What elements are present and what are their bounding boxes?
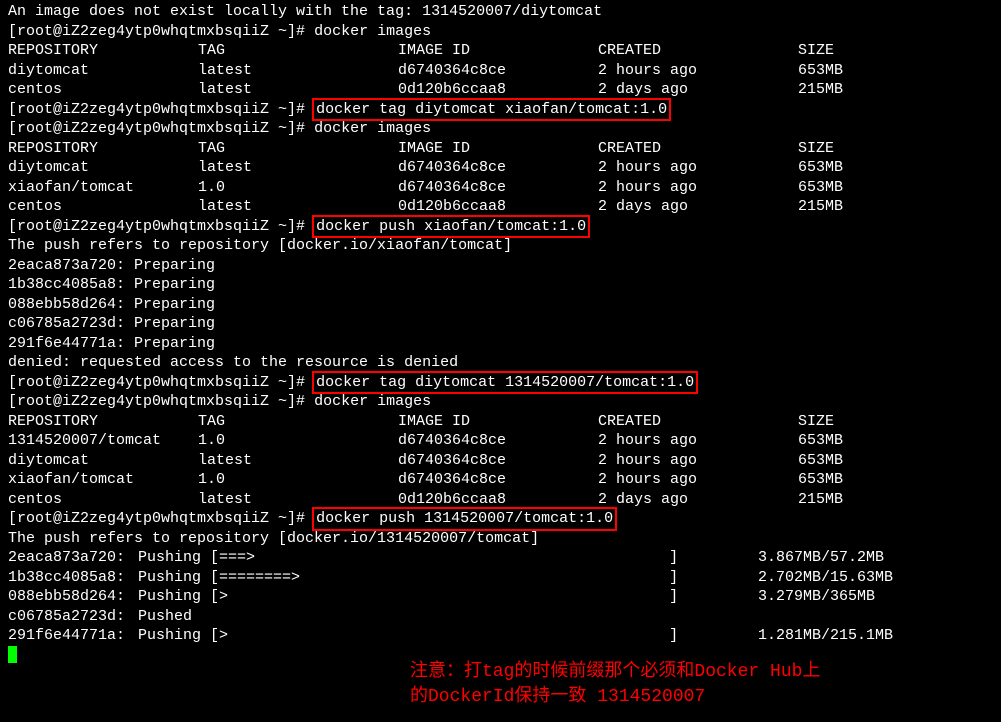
cell-created: 2 hours ago — [598, 470, 798, 490]
table-row: diytomcatlatestd6740364c8ce2 hours ago65… — [8, 61, 993, 81]
progress-size: 3.867MB/57.2MB — [730, 548, 884, 568]
pushing-line: c06785a2723d:Pushed — [8, 607, 993, 627]
preparing-line: 291f6e44771a: Preparing — [8, 334, 993, 354]
cell-repo: diytomcat — [8, 158, 198, 178]
cell-size: 653MB — [798, 451, 898, 471]
cell-created: 2 hours ago — [598, 158, 798, 178]
header-size: SIZE — [798, 41, 898, 61]
preparing-line: 2eaca873a720: Preparing — [8, 256, 993, 276]
progress-bar: [========> ] — [210, 568, 730, 588]
push-refers: The push refers to repository [docker.io… — [8, 529, 993, 549]
table-row: 1314520007/tomcat1.0d6740364c8ce2 hours … — [8, 431, 993, 451]
cell-repo: 1314520007/tomcat — [8, 431, 198, 451]
push-status: Pushing — [138, 626, 210, 646]
highlighted-command: docker tag diytomcat 1314520007/tomcat:1… — [312, 371, 698, 395]
annotation-line2: 的DockerId保持一致 1314520007 — [410, 685, 820, 710]
progress-size: 3.279MB/365MB — [730, 587, 875, 607]
table-header: REPOSITORY TAG IMAGE ID CREATED SIZE — [8, 139, 993, 159]
table-row: diytomcatlatestd6740364c8ce2 hours ago65… — [8, 158, 993, 178]
progress-bar: [> ] — [210, 626, 730, 646]
table-row: xiaofan/tomcat1.0d6740364c8ce2 hours ago… — [8, 178, 993, 198]
highlighted-command: docker push xiaofan/tomcat:1.0 — [312, 215, 590, 239]
table-header: REPOSITORY TAG IMAGE ID CREATED SIZE — [8, 412, 993, 432]
preparing-line: 088ebb58d264: Preparing — [8, 295, 993, 315]
cell-created: 2 days ago — [598, 197, 798, 217]
cell-created: 2 hours ago — [598, 451, 798, 471]
prompt-line: [root@iZ2zeg4ytp0whqtmxbsqiiZ ~]# docker… — [8, 119, 993, 139]
cell-imgid: d6740364c8ce — [398, 451, 598, 471]
cell-size: 653MB — [798, 431, 898, 451]
cell-size: 653MB — [798, 61, 898, 81]
cell-tag: 1.0 — [198, 178, 398, 198]
push-status: Pushing — [138, 568, 210, 588]
cell-size: 653MB — [798, 158, 898, 178]
cell-tag: latest — [198, 61, 398, 81]
cell-size: 653MB — [798, 178, 898, 198]
header-tag: TAG — [198, 41, 398, 61]
header-repo: REPOSITORY — [8, 41, 198, 61]
layer-id: 291f6e44771a: — [8, 626, 138, 646]
cell-created: 2 hours ago — [598, 61, 798, 81]
layer-id: 2eaca873a720: — [8, 548, 138, 568]
prompt-line: [root@iZ2zeg4ytp0whqtmxbsqiiZ ~]# docker… — [8, 392, 993, 412]
prompt-line: [root@iZ2zeg4ytp0whqtmxbsqiiZ ~]# docker… — [8, 22, 993, 42]
terminal-output: An image does not exist locally with the… — [8, 2, 993, 665]
progress-bar: [===> ] — [210, 548, 730, 568]
push-status: Pushing — [138, 587, 210, 607]
annotation-text: 注意：打tag的时候前缀那个必须和Docker Hub上 的DockerId保持… — [410, 660, 820, 710]
layer-id: c06785a2723d: — [8, 607, 138, 627]
prompt-line: [root@iZ2zeg4ytp0whqtmxbsqiiZ ~]# docker… — [8, 217, 993, 237]
cell-repo: diytomcat — [8, 61, 198, 81]
push-status: Pushed — [138, 607, 192, 627]
cell-created: 2 hours ago — [598, 431, 798, 451]
annotation-line1: 注意：打tag的时候前缀那个必须和Docker Hub上 — [410, 660, 820, 685]
cell-imgid: d6740364c8ce — [398, 158, 598, 178]
cell-size: 653MB — [798, 470, 898, 490]
cell-created: 2 hours ago — [598, 178, 798, 198]
cell-tag: 1.0 — [198, 431, 398, 451]
progress-size: 2.702MB/15.63MB — [730, 568, 893, 588]
progress-size: 1.281MB/215.1MB — [730, 626, 893, 646]
prompt-line: [root@iZ2zeg4ytp0whqtmxbsqiiZ ~]# docker… — [8, 100, 993, 120]
cursor-icon — [8, 646, 17, 663]
pushing-line: 088ebb58d264:Pushing [> ] 3.279MB/365MB — [8, 587, 993, 607]
cell-tag: latest — [198, 158, 398, 178]
cell-repo: centos — [8, 197, 198, 217]
prompt-line: [root@iZ2zeg4ytp0whqtmxbsqiiZ ~]# docker… — [8, 509, 993, 529]
cell-repo: centos — [8, 490, 198, 510]
cell-size: 215MB — [798, 197, 898, 217]
pushing-line: 291f6e44771a:Pushing [> ] 1.281MB/215.1M… — [8, 626, 993, 646]
cell-tag: latest — [198, 451, 398, 471]
cell-size: 215MB — [798, 490, 898, 510]
layer-id: 1b38cc4085a8: — [8, 568, 138, 588]
cell-imgid: d6740364c8ce — [398, 470, 598, 490]
cell-imgid: d6740364c8ce — [398, 61, 598, 81]
progress-bar: [> ] — [210, 587, 730, 607]
cell-repo: diytomcat — [8, 451, 198, 471]
table-row: xiaofan/tomcat1.0d6740364c8ce2 hours ago… — [8, 470, 993, 490]
cell-size: 215MB — [798, 80, 898, 100]
cell-repo: xiaofan/tomcat — [8, 178, 198, 198]
pushing-line: 2eaca873a720:Pushing [===> ] 3.867MB/57.… — [8, 548, 993, 568]
layer-id: 088ebb58d264: — [8, 587, 138, 607]
cell-tag: 1.0 — [198, 470, 398, 490]
preparing-line: 1b38cc4085a8: Preparing — [8, 275, 993, 295]
push-status: Pushing — [138, 548, 210, 568]
cell-imgid: d6740364c8ce — [398, 178, 598, 198]
highlighted-command: docker push 1314520007/tomcat:1.0 — [312, 507, 617, 531]
table-header: REPOSITORY TAG IMAGE ID CREATED SIZE — [8, 41, 993, 61]
pushing-line: 1b38cc4085a8:Pushing [========> ] 2.702M… — [8, 568, 993, 588]
cell-repo: centos — [8, 80, 198, 100]
cell-imgid: d6740364c8ce — [398, 431, 598, 451]
highlighted-command: docker tag diytomcat xiaofan/tomcat:1.0 — [312, 98, 671, 122]
cell-created: 2 days ago — [598, 490, 798, 510]
prompt-line: [root@iZ2zeg4ytp0whqtmxbsqiiZ ~]# docker… — [8, 373, 993, 393]
error-line: An image does not exist locally with the… — [8, 2, 993, 22]
header-created: CREATED — [598, 41, 798, 61]
cell-repo: xiaofan/tomcat — [8, 470, 198, 490]
preparing-line: c06785a2723d: Preparing — [8, 314, 993, 334]
header-imgid: IMAGE ID — [398, 41, 598, 61]
table-row: diytomcatlatestd6740364c8ce2 hours ago65… — [8, 451, 993, 471]
push-refers: The push refers to repository [docker.io… — [8, 236, 993, 256]
